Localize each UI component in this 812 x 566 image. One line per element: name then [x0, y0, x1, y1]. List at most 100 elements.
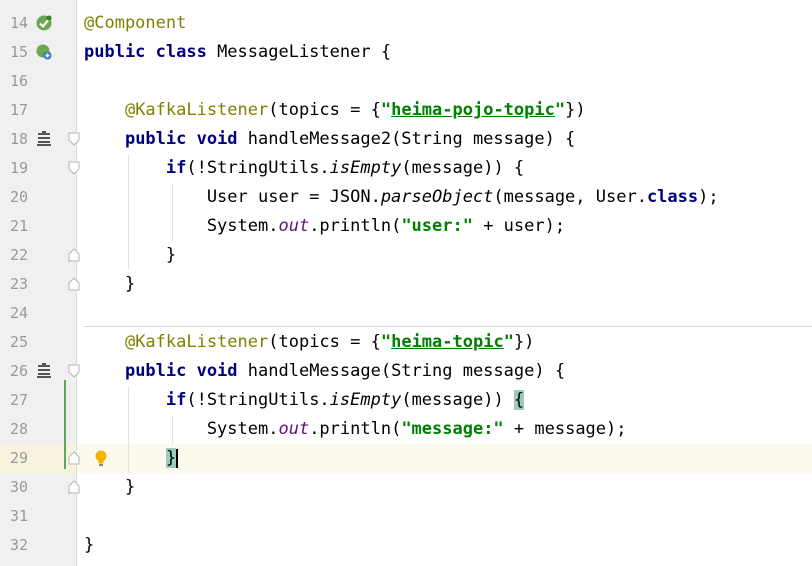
code-line[interactable]: if(!StringUtils.isEmpty(message)) {	[84, 386, 812, 415]
code-token: "	[380, 332, 392, 352]
code-token: class	[646, 187, 699, 207]
code-token: })	[565, 100, 586, 120]
code-token: (message)) {	[401, 158, 525, 178]
code-line[interactable]	[84, 502, 812, 531]
code-line[interactable]: if(!StringUtils.isEmpty(message)) {	[84, 154, 812, 183]
method-icon[interactable]	[35, 362, 53, 380]
code-token: "	[380, 100, 392, 120]
code-token: if	[165, 158, 187, 178]
code-token: heima-topic	[391, 332, 504, 352]
code-line[interactable]: User user = JSON.parseObject(message, Us…	[84, 183, 812, 212]
line-number: 14	[9, 14, 28, 32]
fold-end-icon[interactable]	[68, 277, 80, 291]
code-line[interactable]: System.out.println("user:" + user);	[84, 212, 812, 241]
code-token: + message);	[503, 419, 627, 439]
code-token: (topics = {	[268, 100, 381, 120]
code-token: }	[165, 448, 177, 468]
line-number: 18	[9, 130, 28, 148]
code-token: (!StringUtils.	[186, 390, 330, 410]
line-number: 27	[9, 391, 28, 409]
code-token: "	[554, 100, 566, 120]
line-number: 24	[9, 304, 28, 322]
code-token: (!StringUtils.	[186, 158, 330, 178]
fold-start-icon[interactable]	[68, 132, 80, 146]
code-line[interactable]: public void handleMessage(String message…	[84, 357, 812, 386]
code-line[interactable]: System.out.println("message:" + message)…	[84, 415, 812, 444]
code-token: isEmpty	[329, 390, 402, 410]
code-token: @KafkaListener	[124, 100, 269, 120]
fold-start-icon[interactable]	[68, 161, 80, 175]
fold-end-icon[interactable]	[68, 248, 80, 262]
code-line[interactable]	[84, 67, 812, 96]
vcs-change-marker[interactable]	[64, 380, 66, 469]
fold-end-icon[interactable]	[68, 480, 80, 494]
code-token: (topics = {	[268, 332, 381, 352]
line-number: 16	[9, 72, 28, 90]
line-number: 23	[9, 275, 28, 293]
code-token: })	[513, 332, 535, 352]
line-number: 30	[9, 478, 28, 496]
code-token: handleMessage2(String message) {	[247, 129, 576, 149]
code-token: );	[698, 187, 719, 207]
indent-guide	[128, 154, 129, 270]
line-number: 28	[9, 420, 28, 438]
code-line[interactable]: public void handleMessage2(String messag…	[84, 125, 812, 154]
spring-bean-icon[interactable]	[35, 14, 53, 32]
code-line[interactable]: }	[84, 270, 812, 299]
indent-guide	[128, 386, 129, 473]
code-line[interactable]: }	[77, 444, 812, 473]
code-token: .println(	[309, 216, 402, 236]
line-number: 15	[9, 43, 28, 61]
code-token: (message))	[401, 390, 514, 410]
code-token: "	[503, 332, 514, 352]
spring-bean-navigate-icon[interactable]	[35, 43, 53, 61]
code-token: heima-pojo-topic	[391, 100, 555, 120]
code-token: if	[165, 390, 187, 410]
fold-end-icon[interactable]	[68, 451, 80, 465]
line-number: 19	[9, 159, 28, 177]
code-token: "message:"	[401, 419, 504, 439]
line-number: 25	[9, 333, 28, 351]
code-token: System.	[84, 216, 279, 236]
code-token: @KafkaListener	[124, 332, 269, 352]
code-token: handleMessage(String message) {	[247, 361, 566, 381]
code-token: "user:"	[401, 216, 473, 236]
line-number: 26	[9, 362, 28, 380]
indent-guide	[172, 415, 173, 444]
code-token: }	[84, 477, 136, 497]
line-number: 22	[9, 246, 28, 264]
code-token: System.	[84, 419, 279, 439]
code-line[interactable]: @KafkaListener(topics = {"heima-topic"})	[84, 328, 812, 357]
code-line[interactable]: @Component	[84, 9, 812, 38]
line-number: 21	[9, 217, 28, 235]
text-caret	[176, 448, 179, 468]
code-token: public void	[124, 361, 248, 381]
line-number: 29	[9, 449, 28, 467]
line-number: 32	[9, 536, 28, 554]
code-token: out	[278, 419, 310, 439]
method-icon[interactable]	[35, 130, 53, 148]
method-separator	[84, 326, 812, 327]
code-token: MessageListener {	[217, 42, 392, 62]
code-token: }	[84, 274, 136, 294]
code-token: public class	[84, 42, 218, 62]
code-token: + user);	[472, 216, 566, 236]
code-line[interactable]: }	[84, 531, 812, 560]
fold-start-icon[interactable]	[68, 364, 80, 378]
code-token: @Component	[84, 13, 187, 33]
code-line[interactable]: @KafkaListener(topics = {"heima-pojo-top…	[84, 96, 812, 125]
code-token: out	[278, 216, 310, 236]
line-number: 31	[9, 507, 28, 525]
code-line[interactable]	[84, 299, 812, 328]
code-line[interactable]: public class MessageListener {	[84, 38, 812, 67]
code-line[interactable]: }	[84, 241, 812, 270]
code-token: }	[84, 245, 177, 265]
lightbulb-intention-icon[interactable]	[92, 449, 110, 467]
code-line[interactable]: }	[84, 473, 812, 502]
